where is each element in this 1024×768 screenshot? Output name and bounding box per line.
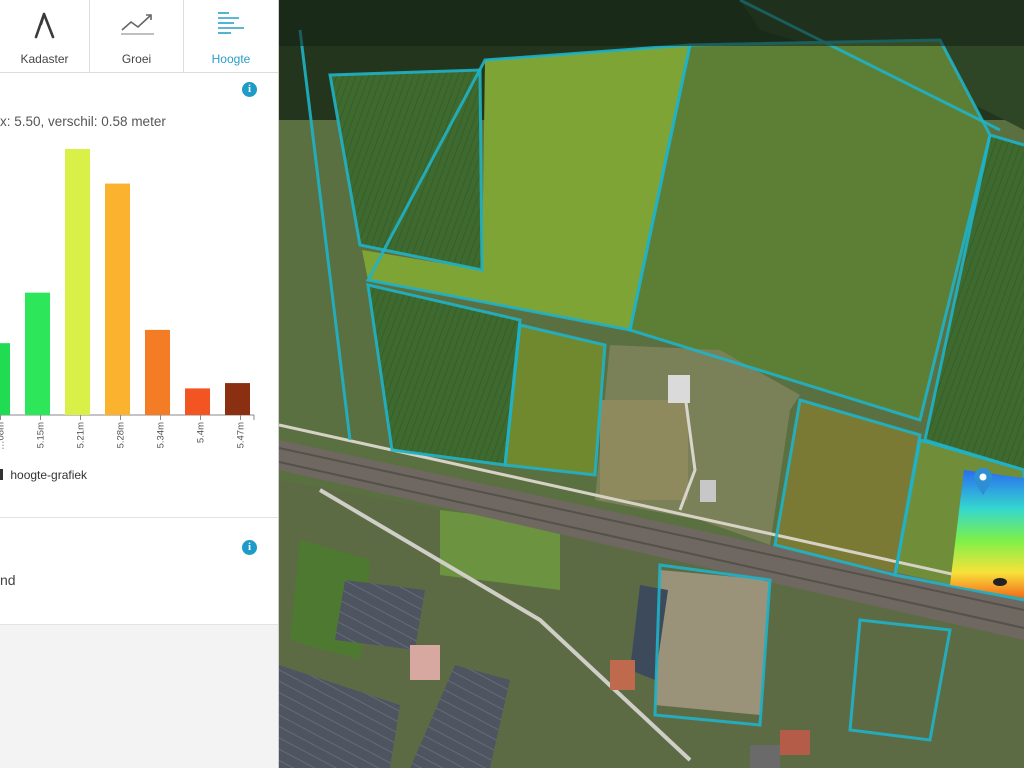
map-imagery[interactable]: [279, 0, 1024, 768]
tab-bar: Kadaster Groei Hoogte: [0, 0, 278, 73]
legend-label: hoogte-grafiek: [10, 468, 88, 482]
location-pin-icon[interactable]: [972, 466, 994, 496]
bar-5.47m[interactable]: [225, 383, 250, 415]
bar-5.15m[interactable]: [25, 292, 50, 415]
height-bar-chart: …08m 5.15m 5.21m 5.28m 5.34m 5.4m 5.47m: [0, 149, 255, 450]
tab-kadaster-label: Kadaster: [20, 52, 69, 66]
chart-legend: hoogte-grafiek: [0, 468, 87, 482]
bar-5.4m[interactable]: [185, 388, 210, 415]
height-list-icon: [218, 12, 244, 34]
bar-5.08m[interactable]: [0, 343, 10, 415]
bar-5.28m[interactable]: [105, 183, 130, 415]
growth-chart-icon: [121, 14, 154, 35]
bar-5.21m[interactable]: [65, 149, 90, 415]
tick-label: 5.15m: [36, 422, 47, 448]
info-icon-2[interactable]: i: [242, 540, 257, 555]
info-icon[interactable]: i: [242, 82, 257, 97]
map-top-overlay: [279, 0, 1024, 46]
satellite-map[interactable]: [279, 0, 1024, 768]
tab-hoogte[interactable]: Hoogte: [184, 0, 278, 72]
legend-swatch: [0, 469, 3, 480]
second-card: [0, 518, 278, 625]
tab-hoogte-label: Hoogte: [211, 52, 251, 66]
height-stats-text: x: 5.50, verschil: 0.58 meter: [0, 114, 166, 129]
tick-label: 5.4m: [196, 422, 207, 443]
tick-label: 5.28m: [116, 422, 127, 448]
tab-kadaster[interactable]: Kadaster: [0, 0, 90, 72]
tab-groei-label: Groei: [121, 52, 152, 66]
tick-label: 5.34m: [156, 422, 167, 448]
card2-text: nd: [0, 572, 16, 588]
tick-label: 5.47m: [236, 422, 247, 448]
kadaster-icon: [34, 12, 55, 39]
tab-groei[interactable]: Groei: [90, 0, 184, 72]
bar-5.34m[interactable]: [145, 329, 170, 415]
side-panel: Kadaster Groei Hoogte i x: 5.50, verschi…: [0, 0, 279, 768]
tick-label: …08m: [0, 422, 7, 450]
tick-label: 5.21m: [76, 422, 87, 448]
